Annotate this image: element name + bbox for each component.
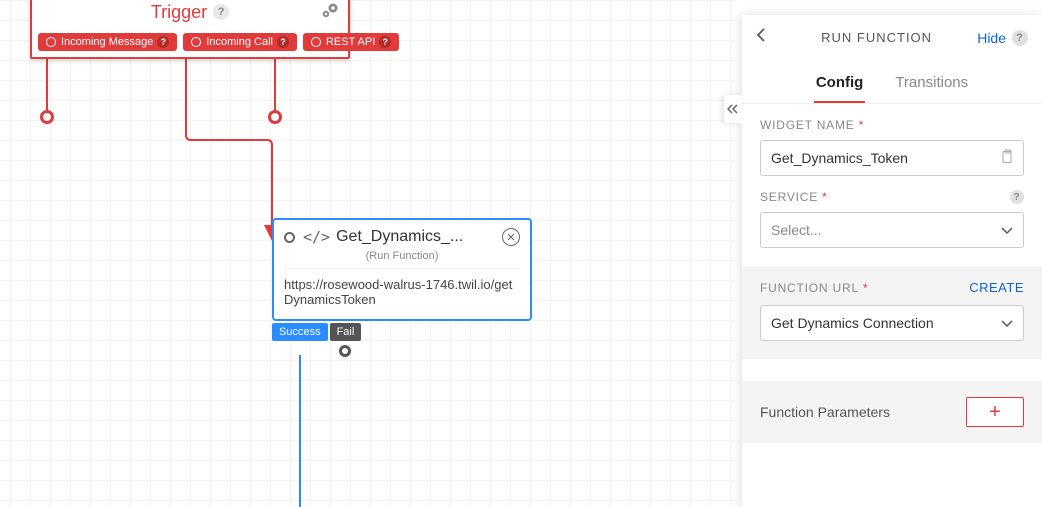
section-function-url: FUNCTION URL* CREATE Get Dynamics Connec… [742,266,1042,359]
trigger-header: Trigger ? [32,0,348,27]
required-marker: * [822,190,827,204]
outcome-fail[interactable]: Fail [330,323,362,341]
outcome-success[interactable]: Success [272,323,328,341]
help-icon[interactable]: ? [1010,190,1024,204]
help-icon[interactable]: ? [157,36,169,48]
function-url-text: https://rosewood-walrus-1746.twil.io/get… [274,269,530,319]
select-value: Get Dynamics Connection [771,315,934,331]
panel-title: RUN FUNCTION [776,30,977,45]
select-placeholder: Select... [771,222,822,238]
outcome-row: Success Fail [272,323,363,341]
field-label: FUNCTION URL* [760,281,969,295]
help-icon[interactable]: ? [213,4,229,20]
event-incoming-message[interactable]: Incoming Message ? [38,33,177,51]
settings-icon[interactable] [320,1,340,24]
port-icon [46,37,56,47]
event-label: Incoming Call [206,36,273,48]
clipboard-icon[interactable] [1002,150,1014,167]
field-service: SERVICE* ? Select... [742,176,1042,248]
port-icon [311,37,321,47]
field-label: SERVICE* ? [760,190,1024,204]
help-icon[interactable]: ? [1012,30,1028,46]
help-icon[interactable]: ? [379,36,391,48]
flow-canvas[interactable]: Trigger ? Incoming Message ? Incoming Ca… [0,0,735,507]
output-port[interactable] [268,110,282,124]
service-select[interactable]: Select... [760,212,1024,248]
function-header: </> Get_Dynamics_... ✕ [274,220,530,250]
trigger-events: Incoming Message ? Incoming Call ? REST … [32,27,348,57]
chevron-down-icon [1001,315,1013,331]
function-subtitle: (Run Function) [274,250,530,268]
add-parameter-button[interactable]: + [966,397,1024,427]
tab-transitions[interactable]: Transitions [893,64,970,103]
section-function-parameters: Function Parameters + [742,381,1042,443]
help-icon[interactable]: ? [277,36,289,48]
panel-tabs: Config Transitions [742,60,1042,104]
required-marker: * [859,118,864,132]
chevron-down-icon [1001,222,1013,238]
close-icon[interactable]: ✕ [502,228,520,246]
function-title: Get_Dynamics_... [336,228,463,246]
event-label: REST API [326,36,375,48]
tab-config[interactable]: Config [814,64,865,103]
trigger-node[interactable]: Trigger ? Incoming Message ? Incoming Ca… [30,0,350,59]
event-rest-api[interactable]: REST API ? [303,33,399,51]
event-incoming-call[interactable]: Incoming Call ? [183,33,297,51]
function-node[interactable]: </> Get_Dynamics_... ✕ (Run Function) ht… [272,218,532,321]
function-url-select[interactable]: Get Dynamics Connection [760,305,1024,341]
event-label: Incoming Message [61,36,153,48]
back-icon[interactable] [756,27,766,48]
outcome-fail-label: Fail [337,326,355,338]
code-icon: </> [303,228,330,246]
field-label: WIDGET NAME* [760,118,1024,132]
widget-name-input[interactable] [760,140,1024,176]
hide-panel-link[interactable]: Hide [977,30,1006,46]
collapse-panel-button[interactable] [724,95,742,123]
config-panel: RUN FUNCTION Hide ? Config Transitions W… [742,15,1042,507]
output-port[interactable] [40,110,54,124]
drag-handle-icon[interactable] [284,232,295,243]
create-function-link[interactable]: CREATE [969,280,1024,295]
required-marker: * [863,281,868,295]
output-port[interactable] [339,345,351,357]
port-icon [191,37,201,47]
field-widget-name: WIDGET NAME* [742,104,1042,176]
trigger-title: Trigger [151,2,207,23]
panel-header: RUN FUNCTION Hide ? [742,15,1042,60]
parameters-label: Function Parameters [760,404,966,420]
